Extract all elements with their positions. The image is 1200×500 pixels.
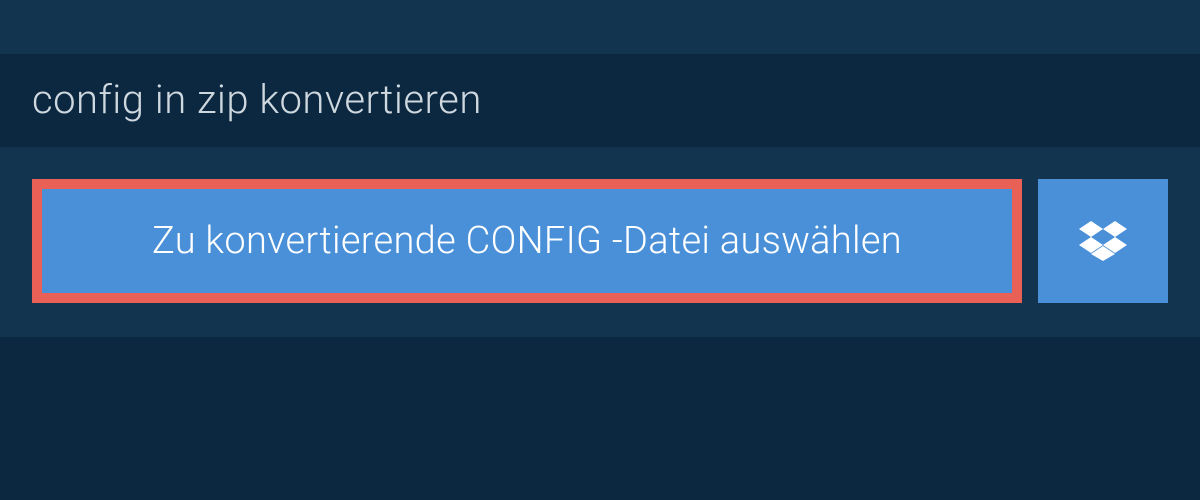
top-panel-strip	[0, 0, 1200, 54]
select-file-button-label: Zu konvertierende CONFIG -Datei auswähle…	[152, 219, 902, 263]
page-title: config in zip konvertieren	[32, 76, 482, 123]
title-bar: config in zip konvertieren	[0, 54, 520, 147]
select-file-button[interactable]: Zu konvertierende CONFIG -Datei auswähle…	[32, 179, 1022, 303]
button-row: Zu konvertierende CONFIG -Datei auswähle…	[32, 179, 1168, 303]
dropbox-icon	[1079, 217, 1127, 265]
dropbox-button[interactable]	[1038, 179, 1168, 303]
main-panel: Zu konvertierende CONFIG -Datei auswähle…	[0, 147, 1200, 337]
